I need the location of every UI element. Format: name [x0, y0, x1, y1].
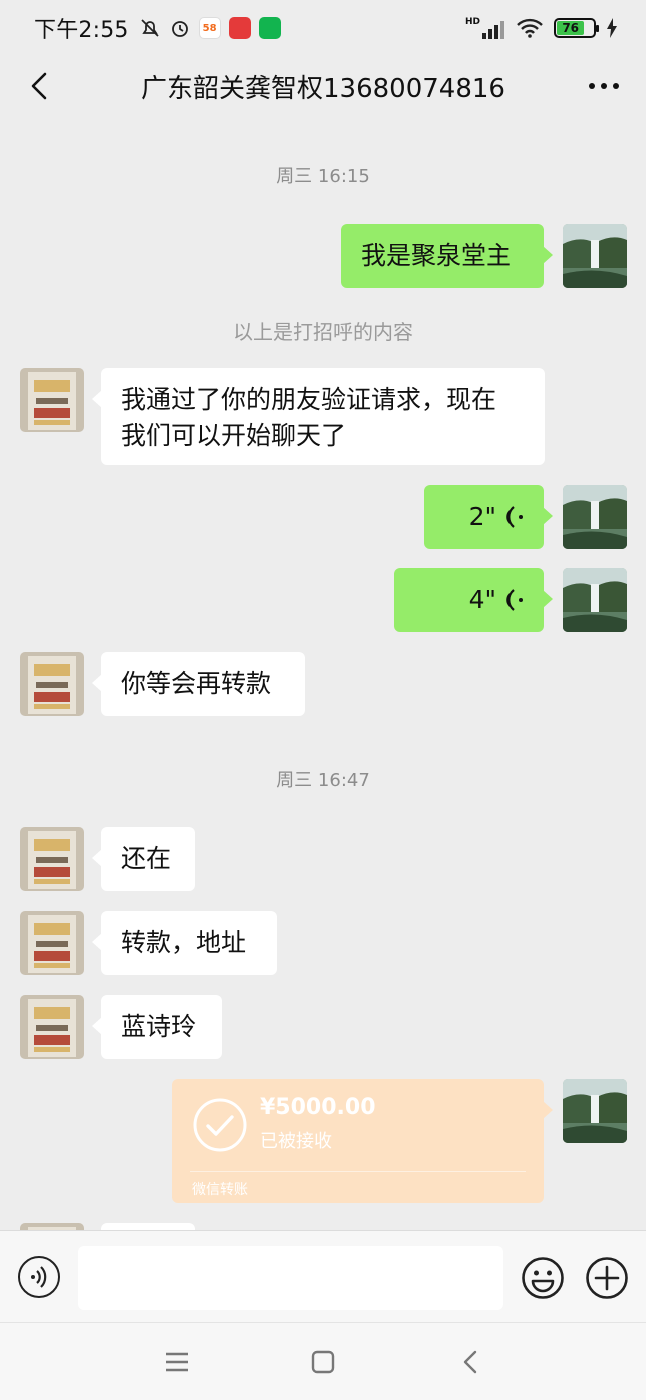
voice-duration: 2": [468, 502, 496, 531]
emoji-icon: [522, 1257, 564, 1299]
message-input[interactable]: [78, 1246, 503, 1310]
message-timestamp: 周三 16:15: [276, 166, 370, 187]
system-back-button[interactable]: [458, 1349, 484, 1375]
incoming-text-message[interactable]: 转款，地址: [92, 911, 277, 975]
home-square-icon: [311, 1350, 335, 1374]
contact-avatar[interactable]: [20, 995, 84, 1059]
contact-avatar-image: [20, 1223, 84, 1230]
charging-icon: [606, 18, 618, 38]
waterfall-avatar-image: [563, 568, 627, 632]
voice-duration: 4": [468, 585, 496, 614]
more-dots-icon: [589, 83, 619, 89]
transfer-amount: ¥5000.00: [260, 1095, 376, 1120]
back-button[interactable]: [20, 66, 60, 106]
system-navigation-bar: [0, 1322, 646, 1400]
app-red-icon: [228, 17, 251, 39]
divider: [190, 1171, 526, 1172]
incoming-text-message[interactable]: 还在: [92, 827, 195, 891]
waterfall-avatar-image: [563, 224, 627, 288]
app-58-icon: 58: [198, 17, 221, 39]
mute-bell-icon: [139, 17, 161, 39]
incoming-text-message[interactable]: 蓝诗玲: [92, 995, 222, 1059]
incoming-text-message-partial[interactable]: [101, 1223, 195, 1230]
system-message: 以上是打招呼的内容: [233, 320, 413, 344]
network-type-label: HD: [464, 17, 480, 27]
contact-avatar[interactable]: [20, 368, 84, 432]
back-triangle-icon: [463, 1350, 477, 1374]
message-input-bar: [0, 1230, 646, 1322]
voice-input-icon: [31, 1266, 47, 1288]
contact-avatar[interactable]: [20, 1223, 84, 1230]
outgoing-voice-message[interactable]: 2": [424, 485, 553, 549]
wifi-icon: [516, 17, 544, 39]
transfer-label: 微信转账: [192, 1182, 248, 1198]
status-notification-icons: 58: [139, 17, 281, 39]
transfer-status: 已被接收: [260, 1131, 332, 1152]
outgoing-text-message[interactable]: 我是聚泉堂主: [341, 224, 553, 288]
contact-avatar-image: [20, 995, 84, 1059]
incoming-text-message[interactable]: 你等会再转款: [92, 652, 305, 716]
chevron-left-icon: [31, 72, 47, 100]
alarm-icon: [169, 17, 191, 39]
signal-icon: HD: [465, 17, 506, 39]
page-title: 广东韶关龚智权13680074816: [141, 73, 505, 104]
contact-avatar[interactable]: [20, 652, 84, 716]
my-avatar[interactable]: [563, 485, 627, 549]
incoming-text-message[interactable]: 我通过了你的朋友验证请求，现在 我们可以开始聊天了: [92, 368, 545, 465]
waterfall-avatar-image: [563, 485, 627, 549]
home-button[interactable]: [310, 1349, 336, 1375]
recent-apps-button[interactable]: [164, 1349, 190, 1375]
contact-avatar[interactable]: [20, 827, 84, 891]
emoji-button[interactable]: [521, 1256, 565, 1300]
more-button[interactable]: [584, 66, 624, 106]
status-system-icons: HD 76: [465, 17, 618, 39]
contact-avatar-image: [20, 911, 84, 975]
message-line: 我通过了你的朋友验证请求，现在: [121, 385, 497, 414]
battery-icon: 76: [554, 18, 599, 38]
check-circle-icon: [193, 1098, 247, 1152]
status-time: 下午2:55: [34, 18, 129, 43]
contact-avatar[interactable]: [20, 911, 84, 975]
voice-wave-icon: [506, 589, 523, 611]
contact-avatar-image: [20, 652, 84, 716]
phone-app-icon: [258, 17, 281, 39]
voice-wave-icon: [506, 506, 523, 528]
more-functions-button[interactable]: [585, 1256, 629, 1300]
outgoing-voice-message[interactable]: 4": [394, 568, 553, 632]
wechat-transfer-card[interactable]: ¥5000.00 已被接收 微信转账: [172, 1079, 553, 1203]
status-bar: 下午2:55 58 HD 76: [0, 0, 646, 56]
voice-input-button[interactable]: [18, 1256, 60, 1298]
menu-icon: [166, 1352, 188, 1372]
message-timestamp: 周三 16:47: [276, 770, 370, 791]
my-avatar[interactable]: [563, 568, 627, 632]
my-avatar[interactable]: [563, 224, 627, 288]
plus-icon: [586, 1257, 628, 1299]
contact-avatar-image: [20, 368, 84, 432]
my-avatar[interactable]: [563, 1079, 627, 1143]
message-line: 我们可以开始聊天了: [121, 421, 347, 450]
waterfall-avatar-image: [563, 1079, 627, 1143]
chat-message-list[interactable]: 周三 16:15 我是聚泉堂主 以上是打招呼的内容 我通过了你的朋友验证请求，现…: [0, 120, 646, 1230]
battery-level: 76: [557, 21, 585, 35]
chat-header: 广东韶关龚智权13680074816: [0, 56, 646, 116]
contact-avatar-image: [20, 827, 84, 891]
